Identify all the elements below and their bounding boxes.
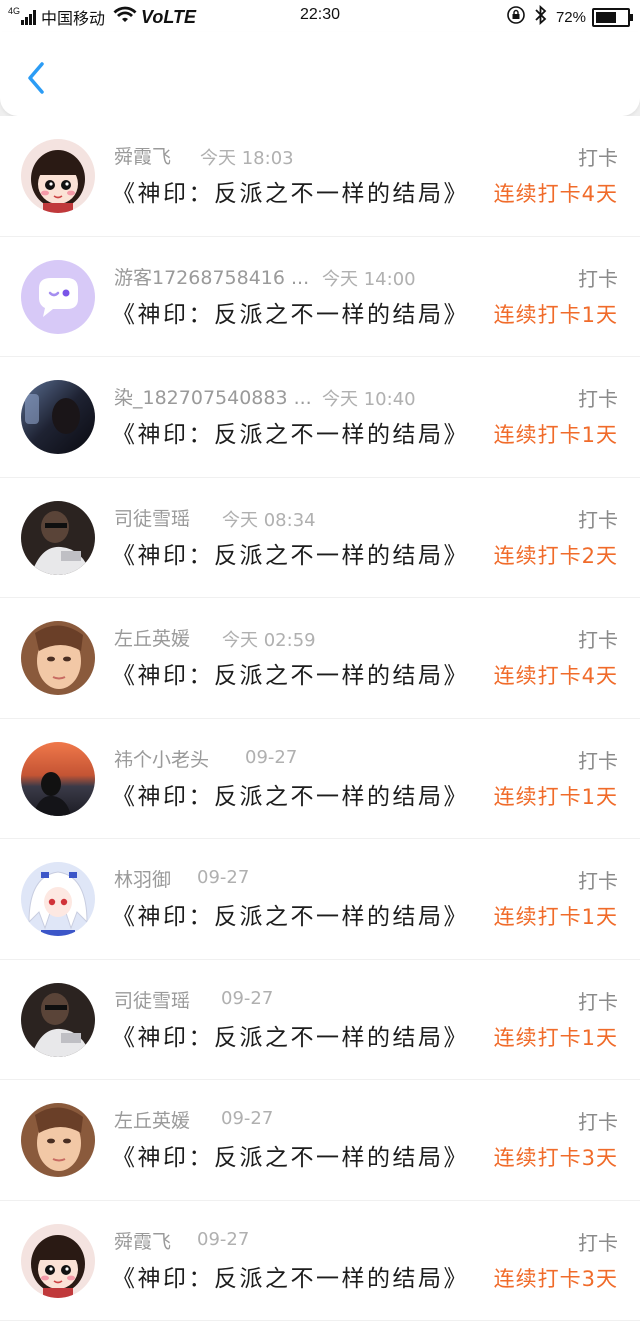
wifi-icon <box>113 6 137 29</box>
book-title: 《神印：反派之不一样的结局》 <box>112 1018 469 1052</box>
status-bar-right: 72% <box>498 5 630 30</box>
back-button[interactable] <box>18 58 58 98</box>
record-type-label: 打卡 <box>578 504 618 533</box>
checkin-time: 09-27 <box>221 1108 273 1129</box>
record-type-label: 打卡 <box>578 745 618 774</box>
streak-label: 连续打卡3天 <box>494 1142 618 1172</box>
streak-label: 连续打卡4天 <box>494 178 618 208</box>
carrier-name: 中国移动 <box>41 5 105 29</box>
status-bar: 4G 中国移动 VoLTE 22:30 72% <box>0 0 640 32</box>
avatar[interactable] <box>21 501 95 575</box>
record-type-label: 打卡 <box>578 986 618 1015</box>
user-name: 染_182707540883 ... <box>114 383 312 410</box>
book-title: 《神印：反派之不一样的结局》 <box>112 295 469 329</box>
avatar[interactable] <box>21 260 95 334</box>
avatar[interactable] <box>21 862 95 936</box>
avatar[interactable] <box>21 621 95 695</box>
avatar[interactable] <box>21 380 95 454</box>
signal-icon <box>21 9 37 25</box>
avatar[interactable] <box>21 1103 95 1177</box>
list-item[interactable]: 司徒雪瑶 09-27 打卡《神印：反派之不一样的结局》连续打卡1天 <box>0 960 640 1081</box>
user-name: 舜霞飞 <box>114 1227 171 1254</box>
record-type-label: 打卡 <box>578 1227 618 1256</box>
list-item[interactable]: 祎个小老头 09-27 打卡《神印：反派之不一样的结局》连续打卡1天 <box>0 719 640 840</box>
streak-label: 连续打卡1天 <box>494 1022 618 1052</box>
checkin-time: 今天 02:59 <box>222 626 316 652</box>
streak-label: 连续打卡2天 <box>494 540 618 570</box>
user-name: 左丘英媛 <box>114 624 190 651</box>
battery-percent: 72% <box>556 9 586 26</box>
book-title: 《神印：反派之不一样的结局》 <box>112 536 469 570</box>
book-title: 《神印：反派之不一样的结局》 <box>112 415 469 449</box>
volte-label: VoLTE <box>141 7 196 28</box>
clock: 22:30 <box>300 6 340 24</box>
checkin-time: 今天 14:00 <box>322 265 416 291</box>
user-name: 祎个小老头 <box>114 745 209 772</box>
checkin-time: 09-27 <box>197 1229 249 1250</box>
streak-label: 连续打卡4天 <box>494 660 618 690</box>
avatar[interactable] <box>21 983 95 1057</box>
list-item[interactable]: 游客17268758416 ... 今天 14:00 打卡《神印：反派之不一样的结局… <box>0 237 640 358</box>
record-type-label: 打卡 <box>578 865 618 894</box>
list-item[interactable]: 左丘英媛 今天 02:59 打卡《神印：反派之不一样的结局》连续打卡4天 <box>0 598 640 719</box>
status-bar-left: 4G 中国移动 VoLTE <box>8 5 196 29</box>
checkin-time: 今天 18:03 <box>200 144 294 170</box>
record-type-label: 打卡 <box>578 383 618 412</box>
battery-icon <box>592 8 630 27</box>
book-title: 《神印：反派之不一样的结局》 <box>112 174 469 208</box>
battery-fill <box>596 12 616 23</box>
record-type-label: 打卡 <box>578 1106 618 1135</box>
book-title: 《神印：反派之不一样的结局》 <box>112 897 469 931</box>
list-item[interactable]: 染_182707540883 ... 今天 10:40 打卡《神印：反派之不一样的结… <box>0 357 640 478</box>
list-item[interactable]: 舜霞飞 今天 18:03 打卡《神印：反派之不一样的结局》连续打卡4天 <box>0 116 640 237</box>
list-item[interactable]: 舜霞飞 09-27 打卡《神印：反派之不一样的结局》连续打卡3天 <box>0 1201 640 1321</box>
checkin-time: 09-27 <box>197 867 249 888</box>
book-title: 《神印：反派之不一样的结局》 <box>112 1138 469 1172</box>
nav-bar <box>0 32 640 116</box>
avatar[interactable] <box>21 742 95 816</box>
book-title: 《神印：反派之不一样的结局》 <box>112 1259 469 1293</box>
streak-label: 连续打卡1天 <box>494 299 618 329</box>
record-type-label: 打卡 <box>578 624 618 653</box>
checkin-list: 舜霞飞今天 18:03打卡《神印：反派之不一样的结局》连续打卡4天游客17268… <box>0 116 640 1321</box>
user-name: 游客17268758416 ... <box>114 263 309 290</box>
user-name: 左丘英媛 <box>114 1106 190 1133</box>
rotation-lock-icon <box>506 5 526 30</box>
streak-label: 连续打卡1天 <box>494 781 618 811</box>
book-title: 《神印：反派之不一样的结局》 <box>112 656 469 690</box>
checkin-time: 09-27 <box>245 747 297 768</box>
user-name: 司徒雪瑶 <box>114 986 190 1013</box>
user-name: 舜霞飞 <box>114 142 171 169</box>
chevron-left-icon <box>18 58 58 98</box>
checkin-time: 今天 08:34 <box>222 506 316 532</box>
user-name: 司徒雪瑶 <box>114 504 190 531</box>
list-item[interactable]: 林羽御 09-27 打卡《神印：反派之不一样的结局》连续打卡1天 <box>0 839 640 960</box>
bluetooth-icon <box>534 5 548 30</box>
network-type: 4G <box>8 6 20 16</box>
user-name: 林羽御 <box>114 865 171 892</box>
streak-label: 连续打卡3天 <box>494 1263 618 1293</box>
record-type-label: 打卡 <box>578 142 618 171</box>
list-item[interactable]: 司徒雪瑶 今天 08:34 打卡《神印：反派之不一样的结局》连续打卡2天 <box>0 478 640 599</box>
streak-label: 连续打卡1天 <box>494 901 618 931</box>
avatar[interactable] <box>21 1224 95 1298</box>
avatar[interactable] <box>21 139 95 213</box>
checkin-time: 今天 10:40 <box>322 385 416 411</box>
streak-label: 连续打卡1天 <box>494 419 618 449</box>
list-item[interactable]: 左丘英媛 09-27 打卡《神印：反派之不一样的结局》连续打卡3天 <box>0 1080 640 1201</box>
record-type-label: 打卡 <box>578 263 618 292</box>
book-title: 《神印：反派之不一样的结局》 <box>112 777 469 811</box>
checkin-time: 09-27 <box>221 988 273 1009</box>
